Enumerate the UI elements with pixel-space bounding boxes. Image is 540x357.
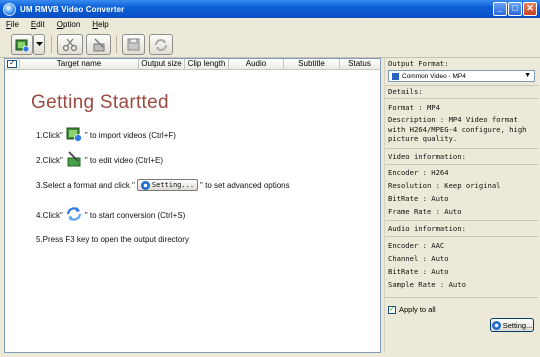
setting-button[interactable]: Setting...	[490, 318, 534, 332]
toolbar	[0, 31, 540, 58]
header-target-name[interactable]: Target name	[20, 59, 139, 70]
details-label: Details:	[388, 87, 423, 96]
toolbar-separator	[51, 36, 52, 53]
guide-step-2: 2.Click" " to edit video (Ctrl+E)	[36, 151, 163, 169]
header-subtitle[interactable]: Subtitle	[284, 59, 340, 70]
step-4-pre: 4.Click"	[36, 210, 63, 220]
edit-button[interactable]	[86, 34, 111, 55]
format-row: Format : MP4	[388, 103, 440, 112]
maximize-button[interactable]: □	[508, 2, 522, 16]
add-video-icon	[66, 126, 82, 144]
step-2-pre: 2.Click"	[36, 155, 63, 165]
close-button[interactable]: ✕	[523, 2, 537, 16]
convert-button[interactable]	[149, 34, 173, 55]
audio-samplerate-row: Sample Rate : Auto	[388, 280, 466, 289]
menu-file[interactable]: File	[6, 20, 19, 29]
menu-bar: File Edit Option Help	[0, 18, 540, 31]
add-video-dropdown[interactable]	[33, 34, 45, 55]
step-2-post: " to edit video (Ctrl+E)	[84, 155, 164, 165]
menu-option[interactable]: Option	[57, 20, 81, 29]
video-framerate-row: Frame Rate : Auto	[388, 207, 462, 216]
divider	[385, 236, 538, 237]
minimize-button[interactable]: _	[493, 2, 507, 16]
divider	[385, 85, 538, 86]
edit-icon	[66, 151, 82, 169]
header-audio[interactable]: Audio	[229, 59, 284, 70]
video-resolution-row: Resolution : Keep original	[388, 181, 501, 190]
video-encoder-row: Encoder : H264	[388, 168, 449, 177]
convert-icon	[66, 206, 82, 224]
header-status[interactable]: Status	[340, 59, 379, 70]
add-video-icon	[15, 39, 29, 52]
app-icon	[3, 2, 16, 16]
header-clip-length[interactable]: Clip length	[185, 59, 229, 70]
gear-icon	[491, 320, 501, 330]
divider	[385, 98, 538, 99]
audio-info-label: Audio information:	[388, 224, 466, 233]
setting-button-label: Setting...	[502, 320, 533, 330]
divider	[385, 220, 538, 221]
convert-icon	[155, 38, 167, 51]
gear-icon	[140, 180, 150, 190]
audio-bitrate-row: BitRate : Auto	[388, 267, 449, 276]
divider	[385, 148, 538, 149]
add-video-button[interactable]	[11, 34, 33, 55]
save-button[interactable]	[122, 34, 145, 55]
divider	[385, 297, 538, 298]
toolbar-separator	[116, 36, 117, 53]
title-bar: UM RMVB Video Converter _ □ ✕	[0, 0, 540, 18]
apply-to-all-checkbox[interactable]: ✓	[388, 305, 396, 314]
menu-edit[interactable]: Edit	[31, 20, 45, 29]
video-bitrate-row: BitRate : Auto	[388, 194, 449, 203]
guide-step-1: 1.Click" " to import videos (Ctrl+F)	[36, 126, 176, 144]
description-row: Description : MP4 Video format with H264…	[388, 115, 527, 143]
output-format-value: Common Video - MP4	[402, 72, 466, 80]
list-header: ✓ Target name Output size Clip length Au…	[5, 59, 380, 70]
video-format-icon	[392, 72, 399, 80]
cut-button[interactable]	[57, 34, 83, 55]
chevron-down-icon: ▼	[524, 72, 531, 79]
apply-to-all[interactable]: ✓ Apply to all	[388, 305, 436, 314]
apply-to-all-label: Apply to all	[399, 305, 436, 314]
output-format-label: Output Format:	[388, 59, 449, 68]
guide-step-5: 5.Press F3 key to open the output direct…	[36, 235, 189, 244]
select-all-checkbox[interactable]: ✓	[7, 60, 17, 68]
guide-title: Getting Startted	[31, 92, 169, 113]
guide-step-4: 4.Click" " to start conversion (Ctrl+S)	[36, 206, 185, 224]
step-1-post: " to import videos (Ctrl+F)	[84, 130, 176, 140]
step-1-pre: 1.Click"	[36, 130, 63, 140]
window-title: UM RMVB Video Converter	[20, 4, 125, 14]
video-info-label: Video information:	[388, 152, 466, 161]
header-select-all[interactable]: ✓	[5, 59, 20, 70]
audio-channel-row: Channel : Auto	[388, 254, 449, 263]
header-output-size[interactable]: Output size	[139, 59, 185, 70]
window-controls: _ □ ✕	[493, 2, 537, 16]
step-3-pre: 3.Select a format and click "	[36, 180, 135, 190]
save-icon	[127, 38, 140, 51]
cut-icon	[62, 38, 78, 51]
dropdown-arrow-icon	[35, 42, 43, 46]
menu-help[interactable]: Help	[92, 20, 108, 29]
step-3-post: " to set advanced options	[200, 180, 290, 190]
output-format-select[interactable]: Common Video - MP4 ▼	[388, 70, 535, 82]
divider	[385, 164, 538, 165]
guide-step-3: 3.Select a format and click " Setting...…	[36, 179, 290, 191]
audio-encoder-row: Encoder : AAC	[388, 241, 445, 250]
step-4-post: " to start conversion (Ctrl+S)	[84, 210, 186, 220]
edit-icon	[93, 37, 104, 51]
step-3-setting-button: Setting...	[136, 179, 199, 191]
